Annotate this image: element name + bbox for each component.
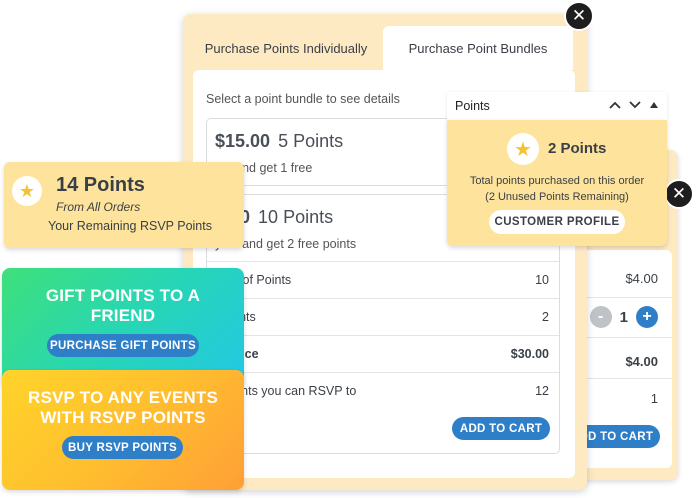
remaining-points-source: From All Orders bbox=[56, 200, 141, 214]
points-panel-title: Points bbox=[455, 99, 490, 113]
points-description: Total points purchased on this order (2 … bbox=[447, 173, 667, 205]
remaining-points-title: 14 Points bbox=[56, 174, 145, 196]
buy-rsvp-points-button[interactable]: BUY RSVP POINTS bbox=[62, 436, 183, 459]
close-icon[interactable]: ✕ bbox=[664, 179, 694, 209]
star-icon: ★ bbox=[507, 133, 539, 165]
points-panel-controls bbox=[609, 99, 659, 113]
detail-row-events-rsvp: events you can RSVP to 12 bbox=[207, 372, 559, 409]
detail-row-number-of-points: ber of Points 10 bbox=[207, 261, 559, 298]
cart-subtotal: $4.00 bbox=[625, 353, 658, 369]
add-to-cart-button[interactable]: ADD TO CART bbox=[452, 417, 550, 440]
increase-quantity-button[interactable]: + bbox=[636, 306, 658, 328]
points-count: 2 Points bbox=[548, 140, 607, 157]
customer-profile-button[interactable]: CUSTOMER PROFILE bbox=[489, 210, 625, 234]
gift-title-line2: FRIEND bbox=[90, 306, 156, 325]
bundle-price: $15.00 bbox=[215, 131, 271, 151]
detail-row-free-points: Points 2 bbox=[207, 298, 559, 335]
detail-value: $30.00 bbox=[510, 347, 549, 361]
rsvp-points-title: RSVP TO ANY EVENTS WITH RSVP POINTS bbox=[2, 388, 244, 428]
bundle-points: 5 Points bbox=[278, 131, 344, 151]
detail-value: 12 bbox=[535, 384, 549, 398]
chevron-up-icon[interactable] bbox=[609, 99, 621, 113]
gift-points-title: GIFT POINTS TO A FRIEND bbox=[2, 286, 244, 326]
tab-purchase-individually[interactable]: Purchase Points Individually bbox=[196, 26, 376, 70]
triangle-up-icon[interactable] bbox=[649, 99, 659, 113]
tab-purchase-bundles[interactable]: Purchase Point Bundles bbox=[383, 26, 573, 70]
purchase-gift-points-button[interactable]: PURCHASE GIFT POINTS bbox=[47, 334, 199, 357]
chevron-down-icon[interactable] bbox=[629, 99, 641, 113]
points-description-line2: (2 Unused Points Remaining) bbox=[485, 191, 629, 203]
bundle-points: 10 Points bbox=[258, 207, 334, 227]
quantity-stepper: - 1 + bbox=[589, 306, 658, 328]
detail-row-total-price: l Price $30.00 bbox=[207, 335, 559, 372]
bundle-title: $15.00 5 Points bbox=[215, 131, 343, 152]
gift-title-line1: GIFT POINTS TO A bbox=[45, 286, 201, 305]
rsvp-title-line2: WITH RSVP POINTS bbox=[40, 408, 206, 427]
star-icon: ★ bbox=[12, 176, 42, 206]
cart-count: 1 bbox=[650, 390, 658, 406]
rsvp-title-line1: RSVP TO ANY EVENTS bbox=[27, 388, 219, 407]
detail-value: 10 bbox=[535, 273, 549, 287]
bundle-hint: Select a point bundle to see details bbox=[206, 92, 400, 106]
decrease-quantity-button[interactable]: - bbox=[589, 306, 612, 328]
detail-value: 2 bbox=[542, 310, 549, 324]
quantity-value: 1 bbox=[619, 308, 628, 326]
cart-price: $4.00 bbox=[625, 270, 658, 286]
points-description-line1: Total points purchased on this order bbox=[469, 175, 645, 187]
points-panel-header[interactable]: Points bbox=[447, 92, 667, 120]
remaining-points-subtitle: Your Remaining RSVP Points bbox=[48, 219, 212, 233]
close-icon[interactable]: ✕ bbox=[564, 1, 594, 31]
